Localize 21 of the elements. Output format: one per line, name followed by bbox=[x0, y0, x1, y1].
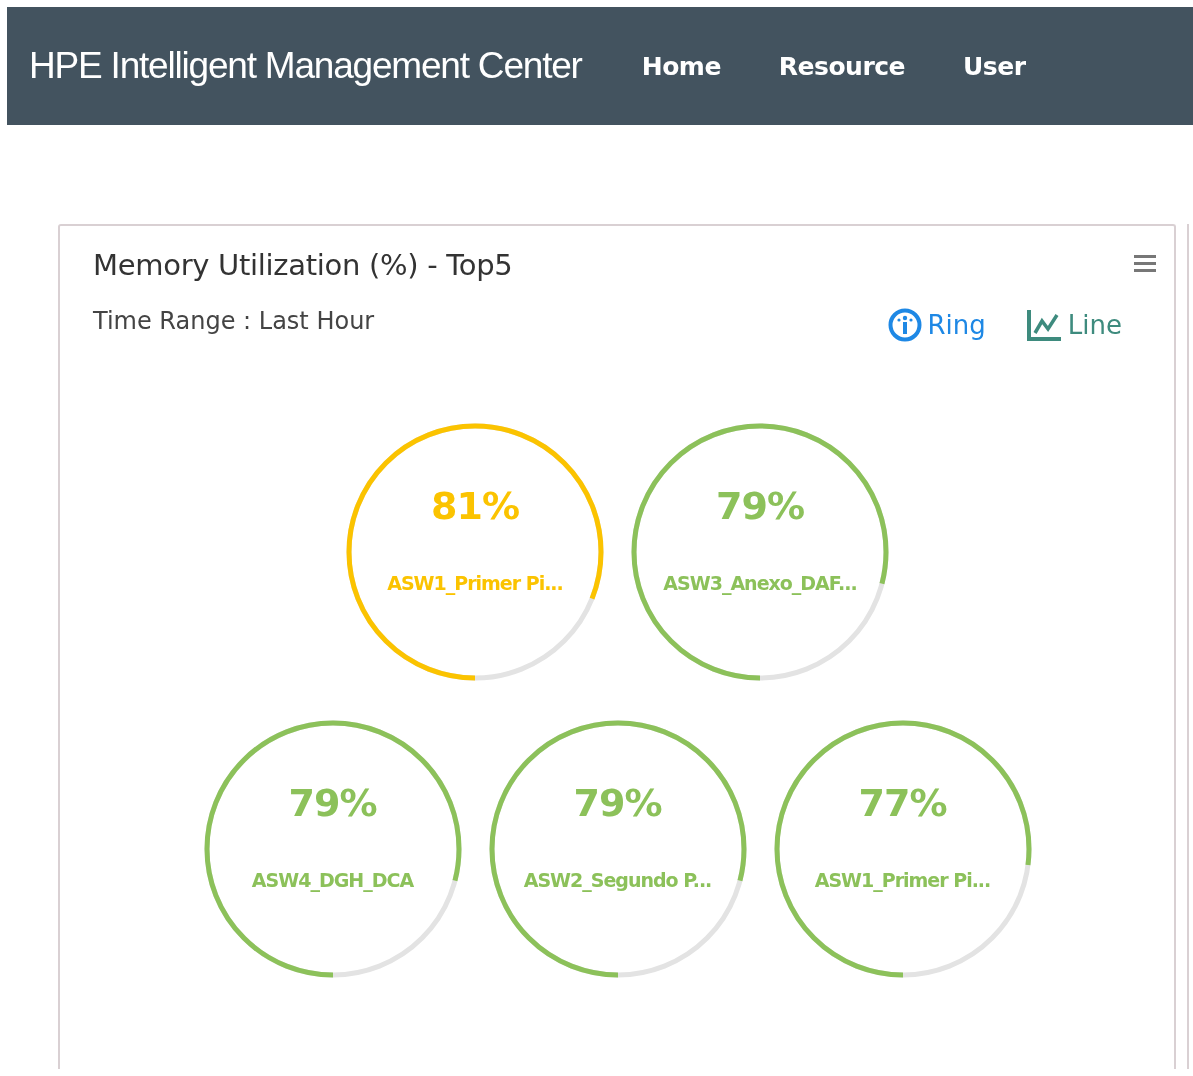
menu-icon[interactable] bbox=[1134, 254, 1156, 274]
device-name: ASW4_DGH_DCA bbox=[251, 869, 414, 891]
percent-value: 81% bbox=[431, 484, 519, 528]
nav-link[interactable]: User bbox=[963, 51, 1026, 81]
device-name: ASW1_Primer Pi... bbox=[814, 869, 991, 891]
view-button[interactable]: Line bbox=[1025, 308, 1122, 342]
view-button[interactable]: Ring bbox=[887, 308, 986, 342]
percent-value: 77% bbox=[858, 781, 947, 825]
time-range-label: Time Range : Last Hour bbox=[93, 307, 375, 335]
line-chart-icon bbox=[1025, 308, 1062, 342]
card-title: Memory Utilization (%) - Top5 bbox=[93, 248, 513, 282]
percent-value: 79% bbox=[573, 781, 662, 825]
gauge-icon bbox=[887, 308, 922, 342]
device-name: ASW3_Anexo_DAF... bbox=[663, 572, 857, 594]
percent-value: 79% bbox=[716, 484, 804, 528]
percent-value: 79% bbox=[288, 781, 377, 825]
device-name: ASW2_Segundo P... bbox=[523, 869, 712, 891]
app-title: HPE Intelligent Management Center bbox=[29, 45, 582, 87]
nav-link[interactable]: Home bbox=[641, 51, 721, 81]
nav-link[interactable]: Resource bbox=[778, 51, 905, 81]
device-name: ASW1_Primer Pi... bbox=[387, 572, 563, 594]
